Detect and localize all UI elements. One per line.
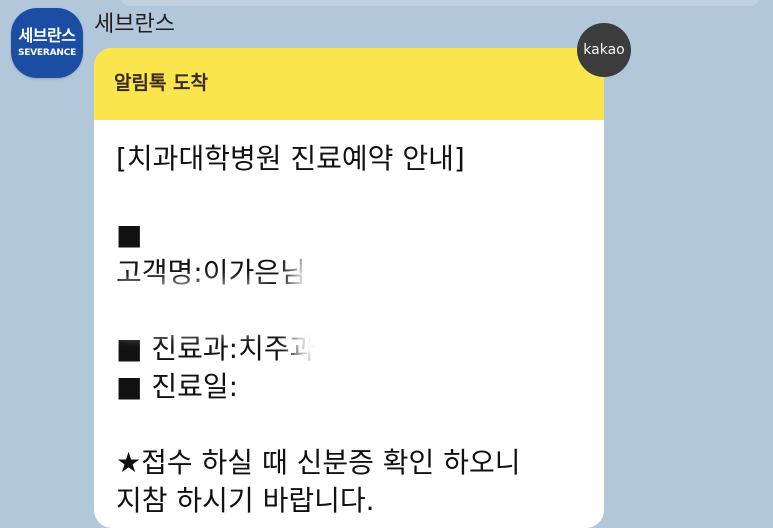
avatar-logo-english: SEVERANCE (17, 48, 77, 58)
notice-line-2: 지참 하시기 바랍니다. (116, 484, 375, 517)
avatar-logo-korean: 세브란스 (18, 26, 76, 45)
sender-avatar[interactable]: 세브란스 SEVERANCE (11, 8, 83, 78)
message-header: 알림톡 도착 (94, 48, 604, 120)
redaction-blur (304, 228, 554, 388)
sender-name: 세브란스 (94, 12, 175, 37)
alimtalk-message-bubble[interactable]: 알림톡 도착 [치과대학병원 진료예약 안내] ■ 고객명:이가은님 ■ 진료과… (94, 48, 604, 528)
message-body: [치과대학병원 진료예약 안내] ■ 고객명:이가은님 ■ 진료과:치주과 ■ … (94, 120, 604, 520)
message-header-title: 알림톡 도착 (114, 72, 209, 94)
redaction-smudge (106, 288, 266, 328)
message-title: [치과대학병원 진료예약 안내] (116, 142, 465, 175)
notice-line-1: ★접수 하실 때 신분증 확인 하오니 (116, 446, 521, 479)
kakao-badge-icon: kakao (577, 23, 631, 77)
previous-message-edge (120, 0, 760, 6)
